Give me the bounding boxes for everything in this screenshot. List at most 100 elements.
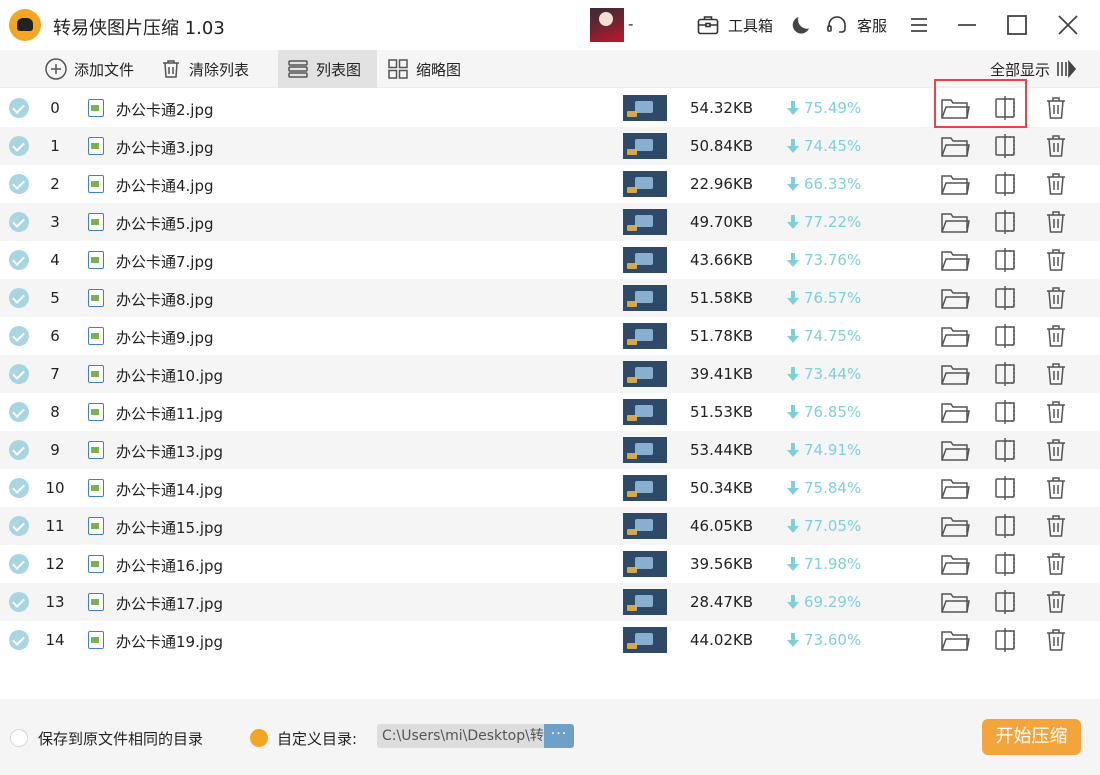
- compare-button[interactable]: [992, 627, 1018, 653]
- checked-icon[interactable]: [9, 440, 29, 460]
- delete-row-button[interactable]: [1043, 95, 1069, 121]
- open-folder-button[interactable]: [940, 209, 970, 235]
- file-row[interactable]: 4 办公卡通7.jpg 43.66KB 73.76%: [0, 241, 1100, 279]
- file-row[interactable]: 1 办公卡通3.jpg 50.84KB 74.45%: [0, 127, 1100, 165]
- list-view-tab[interactable]: 列表图: [278, 50, 377, 88]
- compare-button[interactable]: [992, 171, 1018, 197]
- checked-icon[interactable]: [9, 212, 29, 232]
- delete-row-button[interactable]: [1043, 551, 1069, 577]
- delete-row-button[interactable]: [1043, 171, 1069, 197]
- headset-icon[interactable]: [825, 13, 849, 37]
- file-row[interactable]: 8 办公卡通11.jpg 51.53KB 76.85%: [0, 393, 1100, 431]
- compare-button[interactable]: [992, 513, 1018, 539]
- checked-icon[interactable]: [9, 364, 29, 384]
- same-dir-label[interactable]: 保存到原文件相同的目录: [38, 728, 203, 749]
- delete-row-button[interactable]: [1043, 209, 1069, 235]
- image-thumbnail[interactable]: [623, 133, 667, 159]
- open-folder-button[interactable]: [940, 513, 970, 539]
- menu-icon[interactable]: [906, 12, 932, 38]
- open-folder-button[interactable]: [940, 285, 970, 311]
- file-row[interactable]: 3 办公卡通5.jpg 49.70KB 77.22%: [0, 203, 1100, 241]
- start-compress-button[interactable]: 开始压缩: [982, 719, 1081, 755]
- same-dir-radio[interactable]: [10, 729, 28, 747]
- delete-row-button[interactable]: [1043, 589, 1069, 615]
- file-row[interactable]: 9 办公卡通13.jpg 53.44KB 74.91%: [0, 431, 1100, 469]
- image-thumbnail[interactable]: [623, 209, 667, 235]
- image-thumbnail[interactable]: [623, 399, 667, 425]
- compare-button[interactable]: [992, 133, 1018, 159]
- file-row[interactable]: 11 办公卡通15.jpg 46.05KB 77.05%: [0, 507, 1100, 545]
- checked-icon[interactable]: [9, 516, 29, 536]
- image-thumbnail[interactable]: [623, 551, 667, 577]
- custom-dir-label[interactable]: 自定义目录:: [277, 728, 357, 749]
- delete-row-button[interactable]: [1043, 133, 1069, 159]
- file-row[interactable]: 6 办公卡通9.jpg 51.78KB 74.75%: [0, 317, 1100, 355]
- checked-icon[interactable]: [9, 402, 29, 422]
- checked-icon[interactable]: [9, 326, 29, 346]
- open-folder-button[interactable]: [940, 589, 970, 615]
- delete-row-button[interactable]: [1043, 361, 1069, 387]
- minimize-icon[interactable]: [954, 12, 980, 38]
- file-row[interactable]: 12 办公卡通16.jpg 39.56KB 71.98%: [0, 545, 1100, 583]
- file-row[interactable]: 10 办公卡通14.jpg 50.34KB 75.84%: [0, 469, 1100, 507]
- thumbnail-view-tab[interactable]: 缩略图: [386, 50, 461, 88]
- file-row[interactable]: 5 办公卡通8.jpg 51.58KB 76.57%: [0, 279, 1100, 317]
- maximize-icon[interactable]: [1004, 12, 1030, 38]
- compare-button[interactable]: [992, 399, 1018, 425]
- checked-icon[interactable]: [9, 98, 29, 118]
- compare-button[interactable]: [992, 323, 1018, 349]
- user-avatar[interactable]: [590, 8, 624, 42]
- delete-row-button[interactable]: [1043, 513, 1069, 539]
- compare-button[interactable]: [992, 209, 1018, 235]
- delete-row-button[interactable]: [1043, 475, 1069, 501]
- open-folder-button[interactable]: [940, 399, 970, 425]
- open-folder-button[interactable]: [940, 437, 970, 463]
- delete-row-button[interactable]: [1043, 285, 1069, 311]
- image-thumbnail[interactable]: [623, 323, 667, 349]
- toolbox-icon[interactable]: [696, 13, 720, 37]
- checked-icon[interactable]: [9, 554, 29, 574]
- image-thumbnail[interactable]: [623, 513, 667, 539]
- file-row[interactable]: 7 办公卡通10.jpg 39.41KB 73.44%: [0, 355, 1100, 393]
- compare-button[interactable]: [992, 361, 1018, 387]
- image-thumbnail[interactable]: [623, 95, 667, 121]
- open-folder-button[interactable]: [940, 171, 970, 197]
- file-row[interactable]: 13 办公卡通17.jpg 28.47KB 69.29%: [0, 583, 1100, 621]
- delete-row-button[interactable]: [1043, 627, 1069, 653]
- checked-icon[interactable]: [9, 592, 29, 612]
- close-icon[interactable]: [1055, 12, 1081, 38]
- compare-button[interactable]: [992, 475, 1018, 501]
- image-thumbnail[interactable]: [623, 361, 667, 387]
- file-row[interactable]: 2 办公卡通4.jpg 22.96KB 66.33%: [0, 165, 1100, 203]
- open-folder-button[interactable]: [940, 361, 970, 387]
- toolbox-button[interactable]: 工具箱: [728, 15, 773, 36]
- checked-icon[interactable]: [9, 250, 29, 270]
- checked-icon[interactable]: [9, 288, 29, 308]
- delete-row-button[interactable]: [1043, 399, 1069, 425]
- checked-icon[interactable]: [9, 478, 29, 498]
- delete-row-button[interactable]: [1043, 323, 1069, 349]
- checked-icon[interactable]: [9, 136, 29, 156]
- open-folder-button[interactable]: [940, 627, 970, 653]
- checked-icon[interactable]: [9, 174, 29, 194]
- compare-button[interactable]: [992, 437, 1018, 463]
- image-thumbnail[interactable]: [623, 285, 667, 311]
- open-folder-button[interactable]: [940, 475, 970, 501]
- compare-button[interactable]: [992, 247, 1018, 273]
- image-thumbnail[interactable]: [623, 627, 667, 653]
- open-folder-button[interactable]: [940, 323, 970, 349]
- image-thumbnail[interactable]: [623, 171, 667, 197]
- compare-button[interactable]: [992, 589, 1018, 615]
- open-folder-button[interactable]: [940, 247, 970, 273]
- add-file-button[interactable]: 添加文件: [44, 50, 134, 88]
- image-thumbnail[interactable]: [623, 247, 667, 273]
- open-folder-button[interactable]: [940, 133, 970, 159]
- compare-button[interactable]: [992, 551, 1018, 577]
- moon-icon[interactable]: [789, 13, 813, 37]
- image-thumbnail[interactable]: [623, 437, 667, 463]
- image-thumbnail[interactable]: [623, 589, 667, 615]
- image-thumbnail[interactable]: [623, 475, 667, 501]
- clear-list-button[interactable]: 清除列表: [159, 50, 249, 88]
- open-folder-button[interactable]: [940, 551, 970, 577]
- username[interactable]: -: [628, 15, 633, 33]
